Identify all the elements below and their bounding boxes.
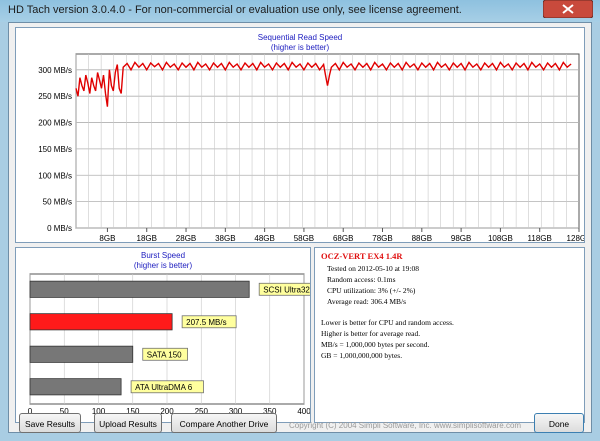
note-lower-better: Lower is better for CPU and random acces… bbox=[321, 318, 454, 327]
y-tick-label: 300 MB/s bbox=[38, 66, 72, 75]
x-tick-label: 98GB bbox=[451, 234, 471, 242]
sequential-read-chart: 0 MB/s 50 MB/s 100 MB/s 150 MB/s 200 MB/s 250… bbox=[38, 53, 584, 242]
drive-info-panel: OCZ-VERT EX4 1.4R Tested on 2012-05-10 a… bbox=[314, 247, 585, 423]
y-tick-label: 200 MB/s bbox=[38, 119, 72, 128]
x-tick-label: 58GB bbox=[294, 234, 314, 242]
y-tick-label: 100 MB/s bbox=[38, 171, 72, 180]
upload-results-button[interactable]: Upload Results bbox=[94, 413, 162, 433]
x-tick-label: 38GB bbox=[215, 234, 235, 242]
burst-bar bbox=[29, 313, 173, 331]
info-random-access: Random access: 0.1ms bbox=[327, 275, 396, 284]
x-tick-label: 68GB bbox=[333, 234, 353, 242]
burst-x-tick-label: 400 bbox=[297, 407, 310, 416]
copyright-text: Copyright (C) 2004 Simpli Software, Inc.… bbox=[289, 421, 522, 430]
close-button[interactable] bbox=[543, 0, 593, 18]
note-mbs-definition: MB/s = 1,000,000 bytes per second. bbox=[321, 340, 430, 349]
burst-bar-label: 207.5 MB/s bbox=[186, 318, 226, 327]
main-client-area: Sequential Read Speed (higher is better)… bbox=[8, 22, 592, 433]
burst-bar bbox=[29, 378, 122, 396]
compare-another-drive-button[interactable]: Compare Another Drive bbox=[171, 413, 277, 433]
title-bar[interactable]: HD Tach version 3.0.4.0 - For non-commer… bbox=[0, 0, 600, 22]
info-tested: Tested on 2012-05-10 at 19:08 bbox=[327, 264, 419, 273]
x-tick-label: 48GB bbox=[254, 234, 274, 242]
burst-speed-panel: Burst Speed (higher is better) 0 50 100 150… bbox=[15, 247, 311, 423]
window-title: HD Tach version 3.0.4.0 - For non-commer… bbox=[8, 4, 462, 16]
x-tick-label: 18GB bbox=[137, 234, 157, 242]
burst-bar-label: SATA 150 bbox=[147, 350, 182, 359]
burst-bar bbox=[29, 280, 250, 298]
y-tick-label: 50 MB/s bbox=[43, 198, 72, 207]
info-average-read: Average read: 306.4 MB/s bbox=[327, 297, 407, 306]
y-tick-label: 150 MB/s bbox=[38, 145, 72, 154]
note-higher-better: Higher is better for average read. bbox=[321, 329, 421, 338]
burst-bar bbox=[29, 345, 134, 363]
burst-speed-chart: 0 50 100 150 200 250 300 350 400SCSI Ultra320207… bbox=[28, 273, 310, 416]
x-tick-label: 78GB bbox=[372, 234, 392, 242]
x-tick-label: 118GB bbox=[528, 234, 552, 242]
y-tick-label: 250 MB/s bbox=[38, 92, 72, 101]
y-tick-label: 0 MB/s bbox=[47, 224, 72, 233]
save-results-button[interactable]: Save Results bbox=[19, 413, 81, 433]
x-tick-label: 108GB bbox=[488, 234, 513, 242]
info-cpu-utilization: CPU utilization: 3% (+/- 2%) bbox=[327, 286, 416, 295]
note-gb-definition: GB = 1,000,000,000 bytes. bbox=[321, 351, 403, 360]
done-button[interactable]: Done bbox=[534, 413, 584, 433]
x-tick-label: 88GB bbox=[412, 234, 432, 242]
sequential-read-panel: Sequential Read Speed (higher is better)… bbox=[15, 27, 585, 243]
burst-bar-label: ATA UltraDMA 6 bbox=[135, 383, 193, 392]
x-tick-label: 128GB bbox=[567, 234, 584, 242]
app-window: HD Tach version 3.0.4.0 - For non-commer… bbox=[0, 0, 600, 441]
x-tick-label: 28GB bbox=[176, 234, 196, 242]
drive-name: OCZ-VERT EX4 1.4R bbox=[321, 251, 403, 261]
x-tick-label: 8GB bbox=[99, 234, 115, 242]
burst-bar-label: SCSI Ultra320 bbox=[263, 285, 310, 294]
